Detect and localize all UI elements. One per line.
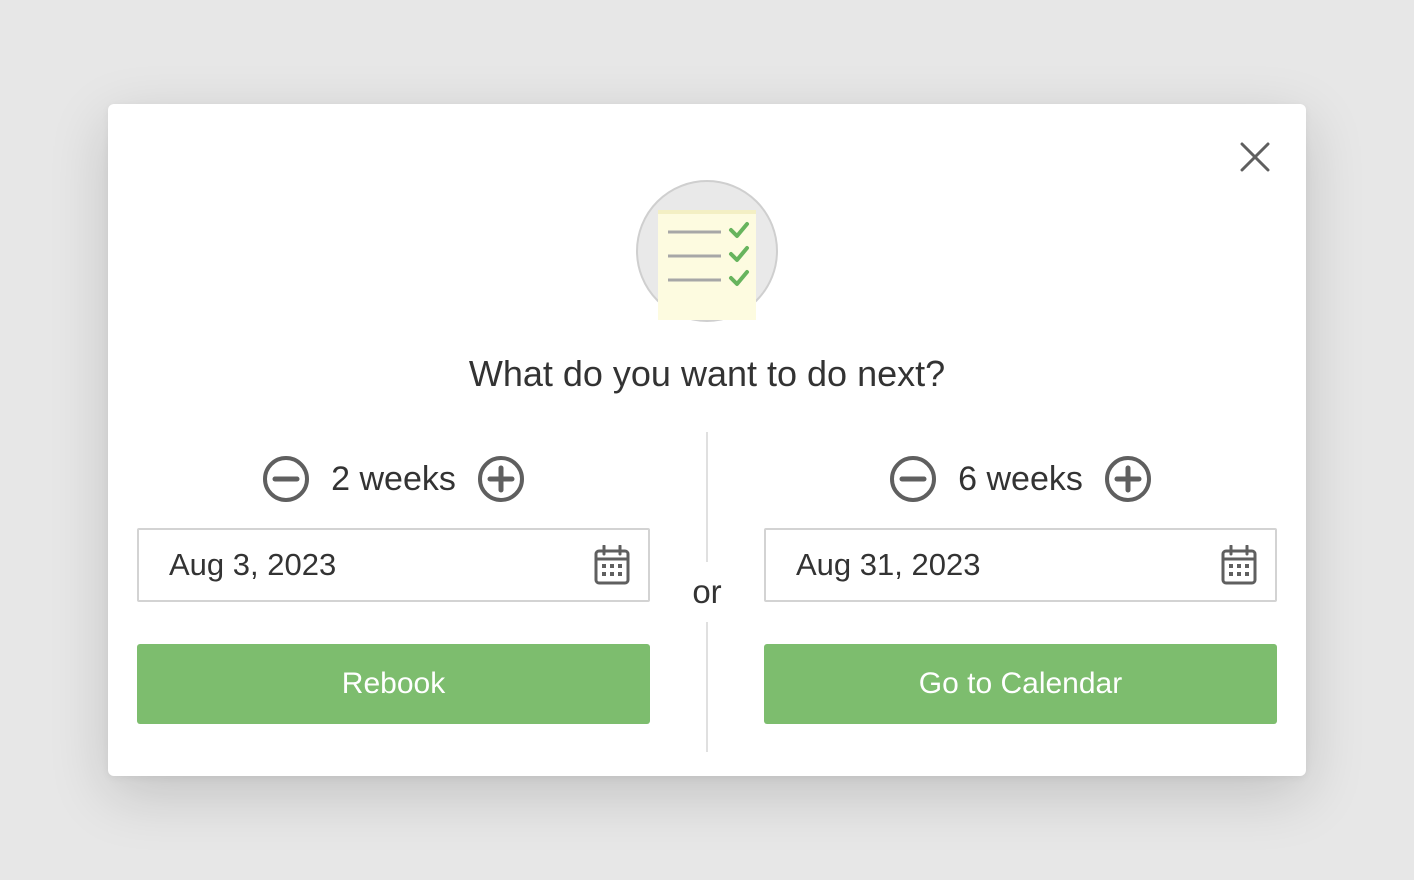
divider-top [706,432,708,562]
or-separator: or [692,573,722,610]
decrease-interval-button[interactable] [888,454,938,504]
interval-label: 6 weeks [958,460,1083,498]
rebook-button[interactable]: Rebook [137,644,650,724]
date-value: Aug 31, 2023 [796,547,981,582]
divider-bottom [706,622,708,752]
plus-circle-icon [477,456,524,502]
minus-circle-icon [263,456,310,502]
rebook-dialog: What do you want to do next? or 2 weeks [108,104,1306,776]
increase-interval-button[interactable] [476,454,526,504]
close-icon [1240,142,1270,172]
interval-label: 2 weeks [331,460,456,498]
interval-stepper-right: 6 weeks [764,454,1277,504]
increase-interval-button[interactable] [1103,454,1153,504]
go-to-calendar-button[interactable]: Go to Calendar [764,644,1277,724]
calendar-column: 6 weeks Aug 31, 2023 Go to Calendar [764,454,1277,724]
decrease-interval-button[interactable] [261,454,311,504]
close-button[interactable] [1236,138,1274,176]
plus-circle-icon [1104,456,1151,502]
calendar-icon[interactable] [1221,545,1257,585]
minus-circle-icon [890,456,937,502]
interval-stepper-left: 2 weeks [137,454,650,504]
rebook-column: 2 weeks Aug 3, 2023 Rebook [137,454,650,724]
dialog-title: What do you want to do next? [468,353,946,394]
date-input-left[interactable]: Aug 3, 2023 [137,528,650,602]
checklist-icon [636,180,778,322]
date-input-right[interactable]: Aug 31, 2023 [764,528,1277,602]
date-value: Aug 3, 2023 [169,547,337,582]
calendar-icon[interactable] [594,545,630,585]
